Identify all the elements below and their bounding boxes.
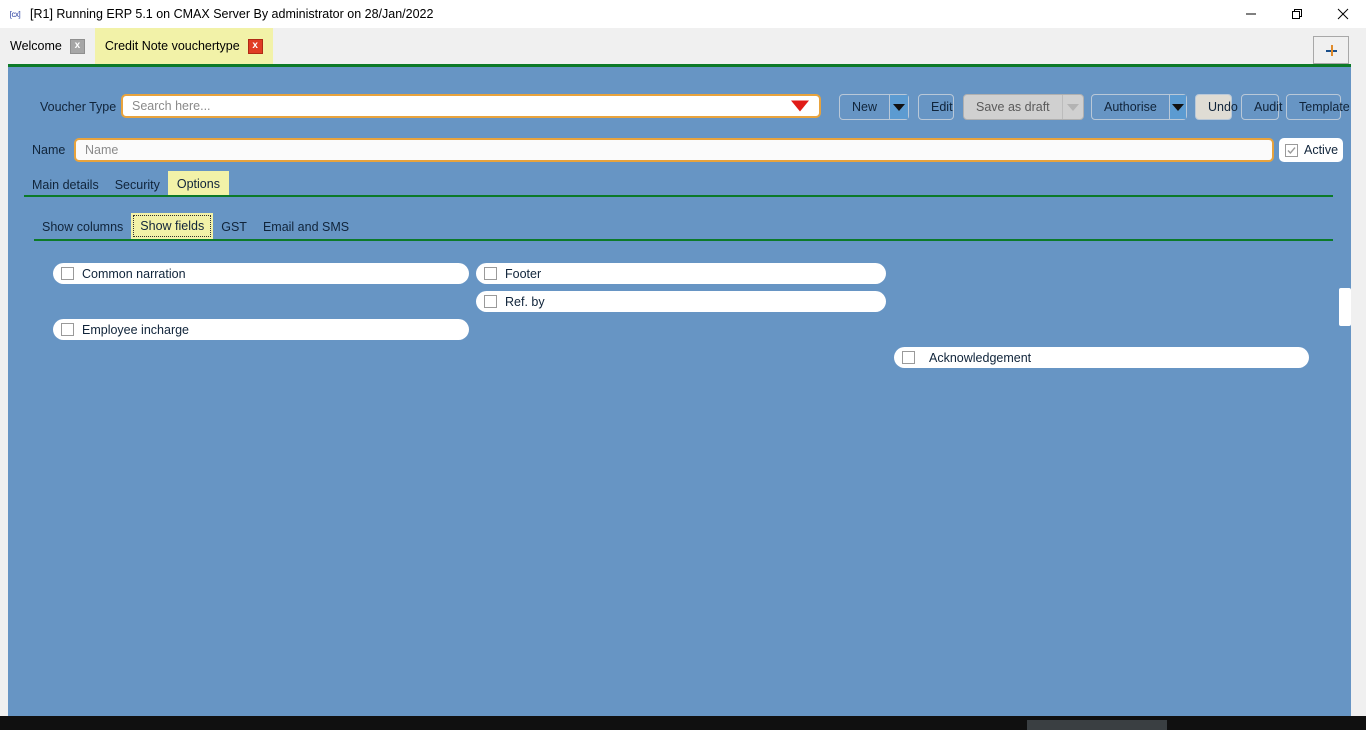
restore-icon[interactable] <box>1274 0 1320 28</box>
employee-incharge-checkbox[interactable] <box>61 323 74 336</box>
new-button[interactable]: New <box>839 94 909 120</box>
tab-options[interactable]: Options <box>167 171 229 197</box>
chevron-down-icon <box>893 103 905 111</box>
tab-show-fields-label: Show fields <box>140 219 205 233</box>
employee-incharge-label: Employee incharge <box>82 322 190 337</box>
tab-gst-label: GST <box>221 220 247 234</box>
chevron-down-icon <box>1171 103 1184 111</box>
common-narration-label: Common narration <box>82 266 186 281</box>
audit-button[interactable]: Audit <box>1241 94 1283 120</box>
tab-show-fields[interactable]: Show fields <box>131 213 214 239</box>
new-dropdown-button[interactable] <box>889 95 908 119</box>
common-narration-checkbox[interactable] <box>61 267 74 280</box>
edit-button[interactable]: Edit <box>918 94 954 120</box>
tab-credit-note-vouchertype[interactable]: Credit Note vouchertype x <box>94 28 273 64</box>
tab-welcome-label: Welcome <box>10 39 62 53</box>
bottom-bar <box>0 716 1366 730</box>
authorise-dropdown-button[interactable] <box>1168 95 1186 119</box>
field-acknowledgement[interactable]: Acknowledgement <box>894 347 1309 368</box>
voucher-type-search-input[interactable]: Search here... <box>121 94 821 118</box>
field-footer[interactable]: Footer <box>476 263 886 284</box>
tab-show-columns[interactable]: Show columns <box>34 215 131 239</box>
window-title: [R1] Running ERP 5.1 on CMAX Server By a… <box>30 7 434 21</box>
save-as-draft-dropdown-button[interactable] <box>1061 95 1083 119</box>
workspace-panel: Voucher Type Search here... New Edit Sav… <box>8 64 1351 716</box>
authorise-button-label: Authorise <box>1104 100 1157 114</box>
tab-credit-note-vouchertype-close-icon[interactable]: x <box>247 38 263 54</box>
new-tab-button[interactable] <box>1313 36 1349 64</box>
footer-label: Footer <box>505 266 542 281</box>
vertical-scrollbar-thumb[interactable] <box>1339 288 1351 326</box>
tab-credit-note-vouchertype-label: Credit Note vouchertype <box>104 39 240 53</box>
tab-security-label: Security <box>114 178 160 192</box>
undo-button[interactable]: Undo <box>1195 94 1238 120</box>
tab-gst[interactable]: GST <box>213 215 255 239</box>
field-common-narration[interactable]: Common narration <box>53 263 469 284</box>
tab-welcome-close-icon[interactable]: x <box>69 38 85 54</box>
tab-email-and-sms-label: Email and SMS <box>262 220 350 234</box>
tab-welcome[interactable]: Welcome x <box>0 28 95 64</box>
edit-button-label: Edit <box>931 100 953 114</box>
tab-security[interactable]: Security <box>107 173 168 197</box>
main-tab-divider <box>24 195 1333 197</box>
ref-by-label: Ref. by <box>505 294 545 309</box>
new-button-label: New <box>852 100 878 114</box>
tab-show-columns-label: Show columns <box>42 220 124 234</box>
footer-checkbox[interactable] <box>484 267 497 280</box>
application-window: [cx] [R1] Running ERP 5.1 on CMAX Server… <box>0 0 1366 730</box>
field-employee-incharge[interactable]: Employee incharge <box>53 319 469 340</box>
authorise-button[interactable]: Authorise <box>1091 94 1187 120</box>
minimize-icon[interactable] <box>1228 0 1274 28</box>
sub-tab-divider <box>34 239 1333 241</box>
title-bar: [cx] [R1] Running ERP 5.1 on CMAX Server… <box>0 0 1366 28</box>
tab-main-details-label: Main details <box>32 178 99 192</box>
bottom-bar-indicator <box>1027 720 1167 730</box>
name-input-placeholder: Name <box>85 143 119 157</box>
main-tab-row: Main details Security Options <box>24 171 229 197</box>
window-controls <box>1228 0 1366 28</box>
template-button[interactable]: Template <box>1286 94 1350 120</box>
active-checkbox-container[interactable]: Active <box>1279 138 1343 162</box>
voucher-type-label: Voucher Type <box>40 100 117 114</box>
save-as-draft-button-label: Save as draft <box>976 100 1050 114</box>
acknowledgement-checkbox[interactable] <box>902 351 915 364</box>
sub-tab-row: Show columns Show fields GST Email and S… <box>34 213 357 239</box>
tab-strip: Welcome x Credit Note vouchertype x <box>0 28 1366 64</box>
plus-icon <box>1325 44 1337 56</box>
active-checkbox[interactable] <box>1285 143 1298 157</box>
dropdown-caret-icon[interactable] <box>791 100 809 112</box>
cx-logo-icon: [cx] <box>9 9 21 19</box>
ref-by-checkbox[interactable] <box>484 295 497 308</box>
close-icon[interactable] <box>1320 0 1366 28</box>
name-input[interactable]: Name <box>74 138 1274 162</box>
name-label: Name <box>32 143 66 157</box>
tab-main-details[interactable]: Main details <box>24 173 107 197</box>
chevron-down-icon <box>1066 103 1079 111</box>
tab-options-label: Options <box>176 177 220 191</box>
active-label: Active <box>1304 143 1339 157</box>
right-gutter <box>1351 64 1366 716</box>
save-as-draft-button[interactable]: Save as draft <box>963 94 1084 120</box>
tab-email-and-sms[interactable]: Email and SMS <box>255 215 357 239</box>
tab-list: Welcome x Credit Note vouchertype x <box>0 28 273 64</box>
field-ref-by[interactable]: Ref. by <box>476 291 886 312</box>
acknowledgement-label: Acknowledgement <box>929 350 1032 365</box>
voucher-type-search-placeholder: Search here... <box>132 99 211 113</box>
